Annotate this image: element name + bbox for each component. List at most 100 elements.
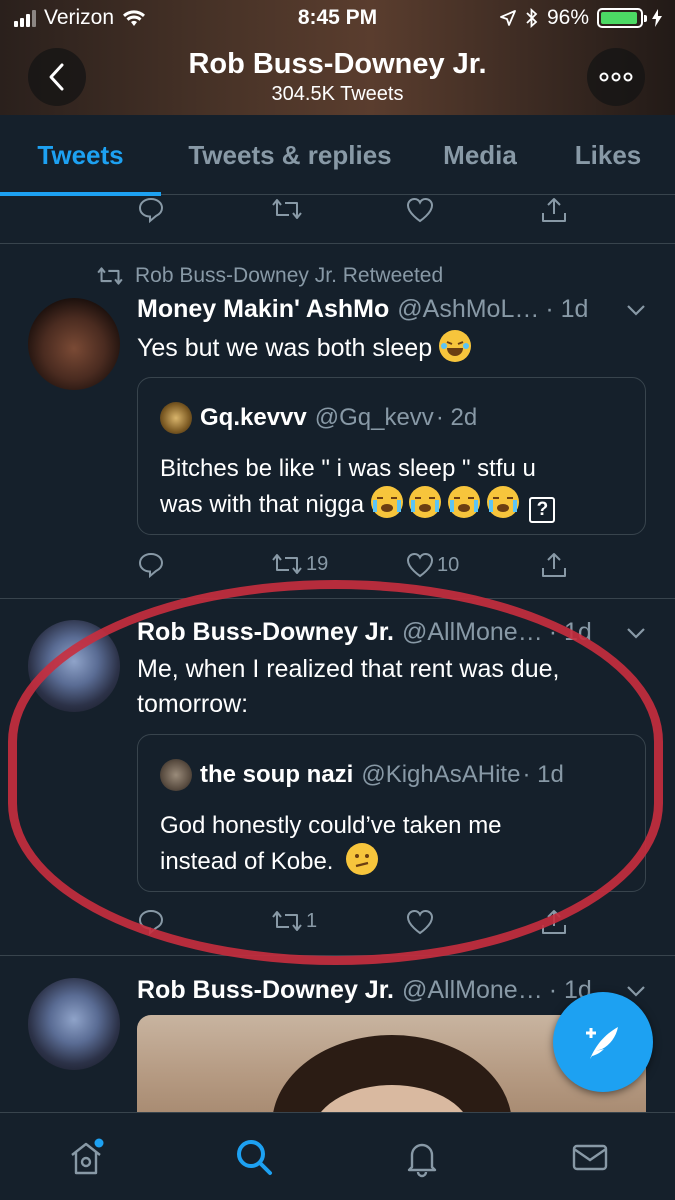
- compose-tweet-button[interactable]: [553, 992, 653, 1092]
- unknown-character-glyph: ?: [529, 497, 556, 523]
- reply-button[interactable]: [137, 908, 165, 936]
- tweet-text-line: tomorrow:: [137, 690, 249, 718]
- reply-icon: [138, 552, 164, 579]
- crying-emoji-icon: [370, 486, 403, 518]
- tweet-text-line: Me, when I realized that rent was due,: [137, 655, 560, 683]
- page-title: Rob Buss-Downey Jr.: [188, 48, 487, 80]
- more-options-button[interactable]: [587, 48, 645, 106]
- retweet-button[interactable]: 1: [270, 908, 317, 934]
- charging-bolt-icon: [652, 9, 662, 27]
- mail-icon: [572, 1144, 608, 1171]
- tab-tweets[interactable]: Tweets: [0, 115, 161, 196]
- retweet-button[interactable]: 19: [270, 551, 328, 577]
- retweet-icon: [272, 911, 302, 931]
- reply-button[interactable]: [137, 196, 165, 224]
- retweet-count: 1: [306, 909, 318, 932]
- quoted-tweet-text: Bitches be like " i was sleep " stfu u w…: [160, 452, 625, 523]
- quoted-avatar: [160, 759, 192, 791]
- tweet-time: · 1d: [545, 295, 589, 323]
- quoted-tweet[interactable]: the soup nazi @KighAsAHite · 1d God hone…: [137, 734, 646, 892]
- share-button[interactable]: [540, 908, 568, 936]
- tweet-time: · 1d: [548, 618, 592, 646]
- like-button[interactable]: 10: [405, 551, 459, 579]
- share-icon: [542, 198, 566, 222]
- divider: [0, 243, 675, 244]
- share-icon: [542, 553, 566, 577]
- confused-face-emoji-icon: [346, 843, 379, 875]
- quoted-tweet[interactable]: Gq.kevvv @Gq_kevv · 2d Bitches be like "…: [137, 377, 646, 535]
- nav-messages[interactable]: [568, 1135, 612, 1179]
- tweet-author-line: Rob Buss-Downey Jr. @AllMone… · 1d: [137, 618, 647, 647]
- location-arrow-icon: [500, 10, 516, 26]
- nav-notifications[interactable]: [400, 1135, 444, 1179]
- nav-search[interactable]: [232, 1135, 276, 1179]
- quoted-tweet-text: God honestly could’ve taken me instead o…: [160, 809, 625, 879]
- tab-likes[interactable]: Likes: [541, 115, 675, 195]
- reply-icon: [138, 909, 164, 936]
- quoted-text-line: instead of Kobe.: [160, 848, 334, 875]
- chevron-down-icon[interactable]: [625, 622, 647, 644]
- nav-home[interactable]: [64, 1135, 108, 1179]
- tab-media[interactable]: Media: [419, 115, 541, 195]
- quoted-tweet-time: · 1d: [522, 761, 564, 788]
- author-handle[interactable]: @AllMone…: [402, 976, 543, 1005]
- retweet-icon: [272, 199, 302, 219]
- crying-emoji-icon: [448, 486, 481, 518]
- quoted-text-line: was with that nigga: [160, 491, 365, 518]
- like-button[interactable]: [405, 196, 435, 224]
- reply-icon: [138, 197, 164, 224]
- battery-icon: [597, 8, 647, 28]
- author-name[interactable]: Rob Buss-Downey Jr.: [137, 976, 394, 1005]
- quoted-author-name: Gq.kevvv: [200, 404, 307, 431]
- tweet-actions: [0, 196, 675, 236]
- share-icon: [542, 910, 566, 934]
- divider: [0, 598, 675, 599]
- share-button[interactable]: [540, 551, 568, 579]
- reply-button[interactable]: [137, 551, 165, 579]
- battery-percent: 96%: [546, 6, 589, 29]
- tweet-text: Me, when I realized that rent was due, t…: [137, 652, 645, 722]
- avatar[interactable]: [28, 978, 120, 1070]
- quoted-author-handle: @Gq_kevv: [314, 404, 434, 431]
- tweet-text: Yes but we was both sleep: [137, 330, 645, 366]
- quoted-text-line: Bitches be like " i was sleep " stfu u: [160, 455, 536, 482]
- retweet-icon: [97, 267, 123, 285]
- bell-icon: [407, 1143, 437, 1178]
- avatar[interactable]: [28, 298, 120, 390]
- avatar[interactable]: [28, 620, 120, 712]
- tweet-text-content: Yes but we was both sleep: [137, 334, 433, 362]
- tweet-actions: 19 10: [0, 551, 675, 591]
- author-handle[interactable]: @AllMone…: [402, 618, 543, 647]
- author-name[interactable]: Money Makin' AshMo: [137, 295, 389, 324]
- like-button[interactable]: [405, 908, 435, 936]
- quoted-author-handle: @KighAsAHite: [361, 761, 521, 788]
- quoted-avatar: [160, 402, 192, 434]
- chevron-down-icon[interactable]: [625, 299, 647, 321]
- tweet-count: 304.5K Tweets: [271, 83, 404, 105]
- author-handle[interactable]: @AshMoL…: [397, 295, 539, 324]
- share-button[interactable]: [540, 196, 568, 224]
- quoted-author-name: the soup nazi: [200, 761, 354, 788]
- heart-icon: [406, 197, 434, 223]
- profile-tabs: Tweets Tweets & replies Media Likes: [0, 115, 675, 196]
- compose-feather-icon: [586, 1027, 618, 1059]
- retweet-indicator: Rob Buss-Downey Jr. Retweeted: [95, 264, 443, 288]
- profile-header: Verizon 8:45 PM 96% Rob Buss-Downey Jr. …: [0, 0, 675, 115]
- tab-tweets-and-replies[interactable]: Tweets & replies: [161, 115, 419, 195]
- retweet-count: 19: [306, 552, 329, 575]
- retweet-label: Rob Buss-Downey Jr. Retweeted: [135, 264, 444, 287]
- crying-emoji-icon: [486, 486, 519, 518]
- tweet-actions: 1: [0, 908, 675, 948]
- retweet-icon: [272, 554, 302, 574]
- search-icon: [237, 1140, 272, 1175]
- heart-icon: [406, 552, 434, 578]
- like-count: 10: [437, 553, 460, 576]
- retweet-button[interactable]: [270, 196, 304, 222]
- laughing-emoji-icon: [439, 330, 472, 362]
- bottom-navigation: [0, 1112, 675, 1200]
- bluetooth-icon: [526, 8, 538, 28]
- more-dots-icon: [599, 72, 633, 82]
- tweet-author-line: Money Makin' AshMo @AshMoL… · 1d: [137, 295, 647, 324]
- divider: [0, 955, 675, 956]
- author-name[interactable]: Rob Buss-Downey Jr.: [137, 618, 394, 647]
